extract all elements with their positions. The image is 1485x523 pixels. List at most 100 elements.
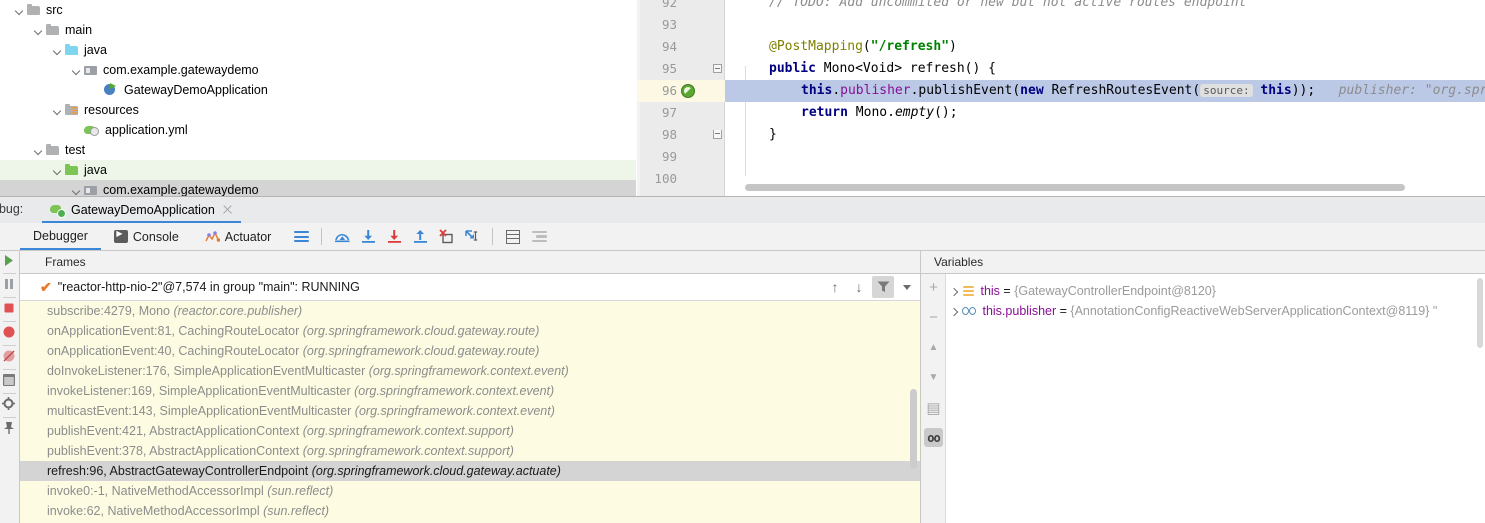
tab-actuator[interactable]: Actuator xyxy=(192,223,285,250)
frame-down-icon[interactable]: ↓ xyxy=(848,276,870,298)
variable-row[interactable]: this.publisher = {AnnotationConfigReacti… xyxy=(949,301,1437,321)
code-line-93[interactable]: 93 xyxy=(637,14,1485,36)
tab-console[interactable]: Console xyxy=(101,223,192,250)
code-line-92[interactable]: 92 // TODO: Add uncommited or new but not… xyxy=(637,0,1485,14)
frames-panel: Frames ✔ "reactor-http-nio-2"@7,574 in g… xyxy=(20,251,920,523)
tree-item-com-example-gatewaydemo[interactable]: com.example.gatewaydemo xyxy=(0,180,636,196)
step-out-icon[interactable] xyxy=(407,224,433,250)
stop-program-icon[interactable] xyxy=(2,301,18,317)
tree-item-label: java xyxy=(84,163,107,177)
evaluate-expression-icon[interactable] xyxy=(500,224,526,250)
code-line-94[interactable]: 94 @PostMapping("/refresh") xyxy=(637,36,1485,58)
remove-watch-icon[interactable]: − xyxy=(924,308,943,327)
variables-scrollbar[interactable] xyxy=(1477,278,1483,348)
frame-row[interactable]: multicastEvent:143, SimpleApplicationEve… xyxy=(20,401,920,421)
code-text: // TODO: Add uncommited or new but not a… xyxy=(769,0,1246,14)
frame-up-icon[interactable]: ↑ xyxy=(824,276,846,298)
pin-tab-icon[interactable] xyxy=(2,421,18,437)
project-tree[interactable]: src main java com.example.gatewaydemo Gatewa… xyxy=(0,0,636,196)
code-token: publisher xyxy=(840,83,911,98)
tab-debugger[interactable]: Debugger xyxy=(20,223,101,250)
layout-restore-icon[interactable] xyxy=(2,373,18,389)
chevron-down-icon[interactable] xyxy=(70,180,83,196)
frames-header: Frames xyxy=(20,251,920,274)
tree-item-com-example-gatewaydemo[interactable]: com.example.gatewaydemo xyxy=(0,60,636,80)
code-token: } xyxy=(769,127,777,142)
settings-gear-icon[interactable] xyxy=(2,397,18,413)
close-icon[interactable] xyxy=(222,204,233,215)
chevron-down-icon[interactable] xyxy=(70,60,83,80)
variable-row[interactable]: this = {GatewayControllerEndpoint@8120} xyxy=(949,281,1216,301)
code-line-96[interactable]: 96 this.publisher.publishEvent(new Refres… xyxy=(637,80,1485,102)
resume-program-icon[interactable] xyxy=(2,253,18,269)
code-line-97[interactable]: 97 return Mono.empty(); xyxy=(637,102,1485,124)
run-tab-gatewaydemoapplication[interactable]: GatewayDemoApplication xyxy=(42,198,241,223)
tree-item-src[interactable]: src xyxy=(0,0,636,20)
field-icon xyxy=(962,286,977,297)
line-number: 100 xyxy=(654,171,677,186)
code-token: empty xyxy=(894,105,935,120)
code-token: Mono<Void> refresh() { xyxy=(815,61,996,76)
chevron-down-icon[interactable] xyxy=(51,160,64,180)
variable-name: this.publisher xyxy=(982,304,1057,318)
chevron-down-icon[interactable] xyxy=(32,20,45,40)
view-breakpoints-icon[interactable] xyxy=(2,325,18,341)
chevron-down-icon[interactable] xyxy=(32,140,45,160)
add-watch-icon[interactable]: + xyxy=(924,278,943,297)
settings-lines-icon[interactable] xyxy=(526,224,552,250)
chevron-down-icon[interactable] xyxy=(51,40,64,60)
variables-toolbar-divider xyxy=(945,274,946,523)
move-watch-up-icon[interactable]: ▲ xyxy=(924,338,943,357)
code-fold-open-icon[interactable] xyxy=(713,64,722,73)
pause-program-icon[interactable] xyxy=(2,277,18,293)
variables-header-label: Variables xyxy=(934,255,984,269)
step-into-icon[interactable] xyxy=(355,224,381,250)
filter-funnel-icon[interactable] xyxy=(872,276,894,298)
filter-dropdown-icon[interactable] xyxy=(896,276,918,298)
code-line-99[interactable]: 99 xyxy=(637,146,1485,168)
thread-selector[interactable]: ✔ "reactor-http-nio-2"@7,574 in group "m… xyxy=(20,274,920,301)
tree-item-gatewaydemoapplication[interactable]: GatewayDemoApplication xyxy=(0,80,636,100)
chevron-down-icon[interactable] xyxy=(13,0,26,20)
frame-row[interactable]: doInvokeListener:176, SimpleApplicationE… xyxy=(20,361,920,381)
frame-method: publishEvent:421, AbstractApplicationCon… xyxy=(47,424,303,438)
mute-breakpoints-icon[interactable] xyxy=(2,349,18,365)
code-line-98[interactable]: 98} xyxy=(637,124,1485,146)
tree-item-java[interactable]: java xyxy=(0,40,636,60)
frame-row[interactable]: invokeListener:169, SimpleApplicationEve… xyxy=(20,381,920,401)
frame-row[interactable]: onApplicationEvent:81, CachingRouteLocat… xyxy=(20,321,920,341)
frame-row[interactable]: publishEvent:421, AbstractApplicationCon… xyxy=(20,421,920,441)
variables-side-toolbar: + − ▲ ▼ ▤ oo xyxy=(921,274,945,523)
layout-settings-icon[interactable] xyxy=(288,224,314,250)
frame-method: refresh:96, AbstractGatewayControllerEnd… xyxy=(47,464,312,478)
frame-row[interactable]: publishEvent:378, AbstractApplicationCon… xyxy=(20,441,920,461)
move-watch-down-icon[interactable]: ▼ xyxy=(924,368,943,387)
copy-value-icon[interactable]: ▤ xyxy=(924,398,943,417)
tree-item-java[interactable]: java xyxy=(0,160,636,180)
editor-horizontal-scrollbar[interactable] xyxy=(745,184,1405,191)
code-line-95[interactable]: 95 public Mono<Void> refresh() { xyxy=(637,58,1485,80)
code-fold-close-icon[interactable] xyxy=(713,130,722,139)
tree-item-main[interactable]: main xyxy=(0,20,636,40)
tree-item-application-yml[interactable]: application.yml xyxy=(0,120,636,140)
breakpoint-icon[interactable] xyxy=(681,84,695,98)
frame-method: invoke0:-1, NativeMethodAccessorImpl xyxy=(47,484,268,498)
tree-item-test[interactable]: test xyxy=(0,140,636,160)
run-to-cursor-icon[interactable] xyxy=(459,224,485,250)
tree-item-resources[interactable]: resources xyxy=(0,100,636,120)
frame-row[interactable]: onApplicationEvent:40, CachingRouteLocat… xyxy=(20,341,920,361)
code-editor[interactable]: 92 // TODO: Add uncommited or new but not… xyxy=(637,0,1485,196)
chevron-down-icon[interactable] xyxy=(51,100,64,120)
frame-row[interactable]: subscribe:4279, Mono (reactor.core.publi… xyxy=(20,301,920,321)
frame-row[interactable]: refresh:96, AbstractGatewayControllerEnd… xyxy=(20,461,920,481)
frame-row[interactable]: invoke:62, NativeMethodAccessorImpl (sun… xyxy=(20,501,920,521)
tree-item-label: main xyxy=(65,23,93,37)
step-over-icon[interactable] xyxy=(329,224,355,250)
frames-scrollbar[interactable] xyxy=(910,389,917,469)
drop-frame-icon[interactable] xyxy=(433,224,459,250)
variable-value: {GatewayControllerEndpoint@8120} xyxy=(1014,284,1216,298)
inline-watches-icon[interactable]: oo xyxy=(924,428,943,447)
force-step-into-icon[interactable] xyxy=(381,224,407,250)
frame-row[interactable]: invoke0:-1, NativeMethodAccessorImpl (su… xyxy=(20,481,920,501)
